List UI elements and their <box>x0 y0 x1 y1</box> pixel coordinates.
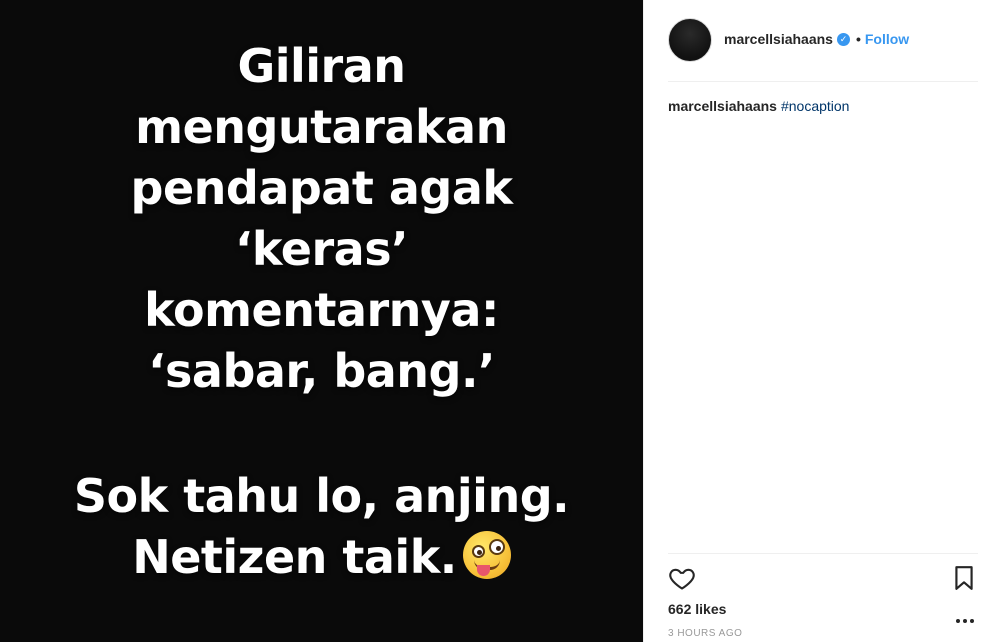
crazy-face-emoji-icon <box>462 531 511 579</box>
image-text-line: ‘sabar, bang.’ <box>148 344 495 398</box>
post-image[interactable]: Giliran mengutarakan pendapat agak ‘kera… <box>0 0 643 642</box>
heart-icon[interactable] <box>668 564 696 592</box>
caption-username-link[interactable]: marcellsiahaans <box>668 98 777 114</box>
image-text-line: Giliran <box>237 39 406 93</box>
post-timestamp[interactable]: 3 HOURS AGO <box>668 628 742 639</box>
image-text-line: komentarnya: <box>144 283 499 337</box>
avatar[interactable] <box>668 18 712 62</box>
follow-button[interactable]: Follow <box>865 31 909 47</box>
bookmark-icon[interactable] <box>952 565 976 591</box>
divider <box>668 553 978 554</box>
image-text-line: pendapat agak <box>130 161 513 215</box>
separator-dot: • <box>855 31 861 47</box>
post-sidebar: marcellsiahaans ✓ • Follow marcellsiahaa… <box>643 0 1000 642</box>
image-text-line: Netizen taik. <box>132 530 457 584</box>
post-image-text-top: Giliran mengutarakan pendapat agak ‘kera… <box>0 36 643 402</box>
image-text-line-with-emoji: Netizen taik. <box>0 527 643 588</box>
image-text-line: mengutarakan <box>135 100 508 154</box>
username-link[interactable]: marcellsiahaans <box>724 31 833 47</box>
header-user-row: marcellsiahaans ✓ • Follow <box>724 31 909 47</box>
likes-count[interactable]: 662 likes <box>668 601 726 617</box>
divider <box>668 81 978 82</box>
post-image-text-bottom: Sok tahu lo, anjing. Netizen taik. <box>0 466 643 588</box>
image-text-line: ‘keras’ <box>234 222 409 276</box>
hashtag-link[interactable]: #nocaption <box>781 98 850 114</box>
post-caption: marcellsiahaans #nocaption <box>668 98 849 114</box>
post-header: marcellsiahaans ✓ • Follow <box>668 18 978 64</box>
more-options-icon[interactable] <box>956 610 978 623</box>
verified-badge-icon: ✓ <box>836 32 850 46</box>
image-text-line: Sok tahu lo, anjing. <box>73 469 570 523</box>
